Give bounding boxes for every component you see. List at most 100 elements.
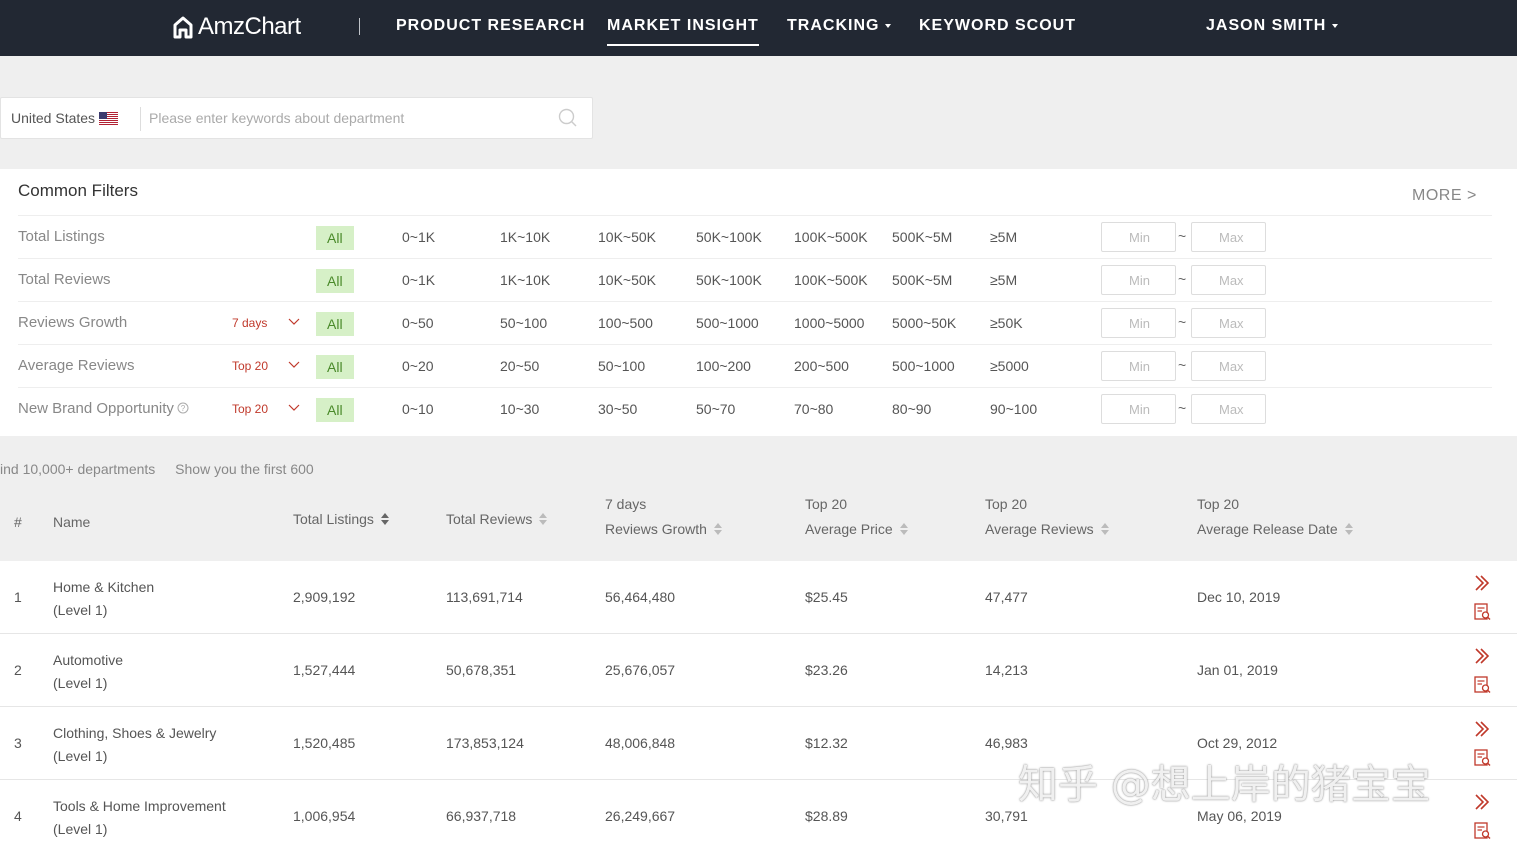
range-separator: ~ bbox=[1178, 357, 1187, 373]
report-icon[interactable] bbox=[1474, 749, 1491, 767]
department-name-text: Home & Kitchen bbox=[53, 579, 155, 595]
max-input[interactable] bbox=[1191, 308, 1266, 338]
filter-option[interactable]: 70~80 bbox=[794, 401, 833, 417]
filter-option[interactable]: 90~100 bbox=[990, 401, 1037, 417]
filter-option[interactable]: 0~10 bbox=[402, 401, 434, 417]
department-name[interactable]: Home & Kitchen (Level 1) bbox=[53, 576, 154, 622]
header-average-price[interactable]: Top 20 Average Price bbox=[805, 492, 909, 542]
filter-option[interactable]: ≥5000 bbox=[990, 358, 1029, 374]
filter-option-all[interactable]: All bbox=[316, 312, 354, 336]
nav-product-research[interactable]: PRODUCT RESEARCH bbox=[396, 0, 585, 56]
user-menu[interactable]: JASON SMITH bbox=[1206, 0, 1339, 56]
filter-option[interactable]: 500K~5M bbox=[892, 272, 952, 288]
filter-option[interactable]: 50~100 bbox=[598, 358, 645, 374]
department-level: (Level 1) bbox=[53, 602, 108, 618]
help-icon[interactable]: ? bbox=[177, 402, 189, 414]
max-input[interactable] bbox=[1191, 351, 1266, 381]
filter-option-all[interactable]: All bbox=[316, 226, 354, 250]
filter-option[interactable]: 1K~10K bbox=[500, 272, 550, 288]
filter-option[interactable]: 10~30 bbox=[500, 401, 539, 417]
min-input[interactable] bbox=[1101, 222, 1176, 252]
filter-option[interactable]: 50K~100K bbox=[696, 229, 762, 245]
filter-option[interactable]: ≥5M bbox=[990, 272, 1017, 288]
period-select[interactable]: Top 20 bbox=[232, 359, 268, 373]
filter-option[interactable]: 100~500 bbox=[598, 315, 653, 331]
filter-option[interactable]: 80~90 bbox=[892, 401, 931, 417]
department-name-text: Clothing, Shoes & Jewelry bbox=[53, 725, 217, 741]
header-total-reviews[interactable]: Total Reviews bbox=[446, 507, 548, 532]
report-icon[interactable] bbox=[1474, 603, 1491, 621]
chevron-down-icon[interactable] bbox=[288, 404, 300, 412]
average-price-value: $12.32 bbox=[805, 735, 848, 751]
filter-option[interactable]: 100K~500K bbox=[794, 272, 868, 288]
search-icon[interactable] bbox=[558, 108, 578, 128]
search-input[interactable] bbox=[149, 103, 549, 133]
table-row[interactable]: 1 Home & Kitchen (Level 1) 2,909,192 113,691… bbox=[0, 561, 1517, 634]
report-icon[interactable] bbox=[1474, 676, 1491, 694]
filter-option[interactable]: 1000~5000 bbox=[794, 315, 864, 331]
nav-market-insight[interactable]: MARKET INSIGHT bbox=[607, 0, 759, 56]
filter-option[interactable]: 1K~10K bbox=[500, 229, 550, 245]
filter-option[interactable]: ≥5M bbox=[990, 229, 1017, 245]
min-input[interactable] bbox=[1101, 308, 1176, 338]
department-name[interactable]: Automotive (Level 1) bbox=[53, 649, 123, 695]
filter-option-all[interactable]: All bbox=[316, 398, 354, 422]
filter-option[interactable]: 0~1K bbox=[402, 272, 435, 288]
filter-option[interactable]: 0~20 bbox=[402, 358, 434, 374]
filter-option[interactable]: 20~50 bbox=[500, 358, 539, 374]
filter-option[interactable]: 200~500 bbox=[794, 358, 849, 374]
nav-tracking[interactable]: TRACKING bbox=[787, 0, 892, 56]
chevron-down-icon[interactable] bbox=[288, 318, 300, 326]
header-release-date[interactable]: Top 20 Average Release Date bbox=[1197, 492, 1354, 542]
filter-option[interactable]: 5000~50K bbox=[892, 315, 956, 331]
results-shown: Show you the first 600 bbox=[175, 461, 314, 477]
min-input[interactable] bbox=[1101, 265, 1176, 295]
nav-keyword-scout[interactable]: KEYWORD SCOUT bbox=[919, 0, 1076, 56]
double-chevron-right-icon[interactable] bbox=[1473, 574, 1491, 592]
row-index: 4 bbox=[14, 808, 22, 824]
filter-option[interactable]: 100K~500K bbox=[794, 229, 868, 245]
chevron-down-icon bbox=[1332, 23, 1339, 28]
filter-option[interactable]: 50K~100K bbox=[696, 272, 762, 288]
department-name[interactable]: Clothing, Shoes & Jewelry (Level 1) bbox=[53, 722, 216, 768]
filter-option[interactable]: 30~50 bbox=[598, 401, 637, 417]
logo[interactable]: AmzChart bbox=[172, 12, 301, 42]
min-input[interactable] bbox=[1101, 351, 1176, 381]
report-icon[interactable] bbox=[1474, 822, 1491, 840]
sort-icon bbox=[1100, 523, 1109, 535]
double-chevron-right-icon[interactable] bbox=[1473, 793, 1491, 811]
filter-option[interactable]: ≥50K bbox=[990, 315, 1023, 331]
filter-option[interactable]: 10K~50K bbox=[598, 272, 656, 288]
filter-option[interactable]: 100~200 bbox=[696, 358, 751, 374]
chevron-down-icon[interactable] bbox=[288, 361, 300, 369]
filter-option[interactable]: 50~70 bbox=[696, 401, 735, 417]
double-chevron-right-icon[interactable] bbox=[1473, 647, 1491, 665]
double-chevron-right-icon[interactable] bbox=[1473, 720, 1491, 738]
filter-option[interactable]: 0~1K bbox=[402, 229, 435, 245]
reviews-growth-value: 26,249,667 bbox=[605, 808, 676, 824]
more-filters-link[interactable]: MORE > bbox=[1412, 187, 1477, 205]
max-input[interactable] bbox=[1191, 265, 1266, 295]
table-row[interactable]: 2 Automotive (Level 1) 1,527,444 50,678,351 2… bbox=[0, 634, 1517, 707]
header-name: Name bbox=[53, 514, 91, 530]
filter-option[interactable]: 500~1000 bbox=[892, 358, 955, 374]
header-reviews-growth[interactable]: 7 days Reviews Growth bbox=[605, 492, 723, 542]
filter-option[interactable]: 50~100 bbox=[500, 315, 547, 331]
filter-option-all[interactable]: All bbox=[316, 355, 354, 379]
max-input[interactable] bbox=[1191, 394, 1266, 424]
department-name[interactable]: Tools & Home Improvement (Level 1) bbox=[53, 795, 226, 841]
header-average-reviews[interactable]: Top 20 Average Reviews bbox=[985, 492, 1110, 542]
filter-option[interactable]: 10K~50K bbox=[598, 229, 656, 245]
filter-option-all[interactable]: All bbox=[316, 269, 354, 293]
period-select[interactable]: 7 days bbox=[232, 316, 267, 330]
country-selector[interactable]: United States bbox=[11, 98, 119, 138]
filter-option[interactable]: 0~50 bbox=[402, 315, 434, 331]
max-input[interactable] bbox=[1191, 222, 1266, 252]
header-total-listings[interactable]: Total Listings bbox=[293, 507, 390, 532]
period-select[interactable]: Top 20 bbox=[232, 402, 268, 416]
average-reviews-value: 30,791 bbox=[985, 808, 1028, 824]
sort-icon bbox=[380, 513, 389, 525]
filter-option[interactable]: 500~1000 bbox=[696, 315, 759, 331]
min-input[interactable] bbox=[1101, 394, 1176, 424]
filter-option[interactable]: 500K~5M bbox=[892, 229, 952, 245]
